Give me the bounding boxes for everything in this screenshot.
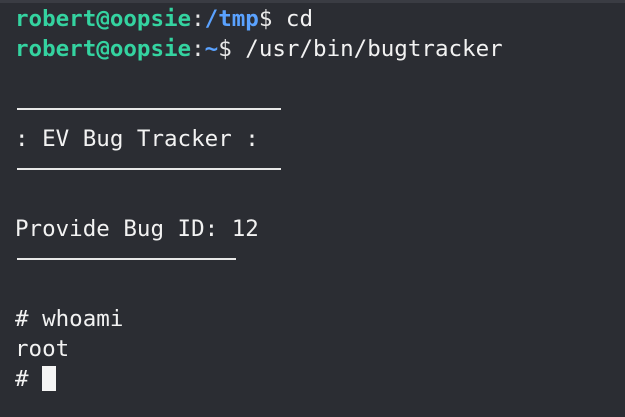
- prompt-user-host: robert@oopsie: [15, 6, 192, 32]
- terminal-window[interactable]: robert@oopsie:/tmp$ cd robert@oopsie:~$ …: [0, 0, 625, 417]
- root-command-line: # whoami: [15, 306, 124, 332]
- bug-id-prompt: Provide Bug ID: 12: [15, 216, 259, 242]
- root-prompt-line[interactable]: #: [15, 364, 57, 394]
- root-prompt-symbol: #: [15, 366, 43, 392]
- command-text: cd: [272, 6, 314, 32]
- terminal-top-edge: [0, 0, 625, 3]
- command-text: /usr/bin/bugtracker: [231, 36, 503, 62]
- banner-bottom-rule: [17, 168, 281, 170]
- prompt-line-1: robert@oopsie:/tmp$ cd: [15, 4, 313, 34]
- banner-top-rule: [17, 108, 281, 110]
- prompt-path: /tmp: [204, 6, 259, 32]
- bug-id-rule: [17, 258, 236, 260]
- prompt-user-host: robert@oopsie: [15, 36, 192, 62]
- prompt-separator: :: [191, 6, 205, 32]
- banner-title: : EV Bug Tracker :: [15, 126, 259, 152]
- prompt-symbol: $: [218, 36, 232, 62]
- command-output: root: [15, 336, 70, 362]
- text-cursor: [42, 366, 57, 391]
- prompt-line-2: robert@oopsie:~$ /usr/bin/bugtracker: [15, 34, 503, 64]
- prompt-separator: :: [191, 36, 205, 62]
- prompt-path: ~: [204, 36, 219, 62]
- prompt-symbol: $: [258, 6, 273, 32]
